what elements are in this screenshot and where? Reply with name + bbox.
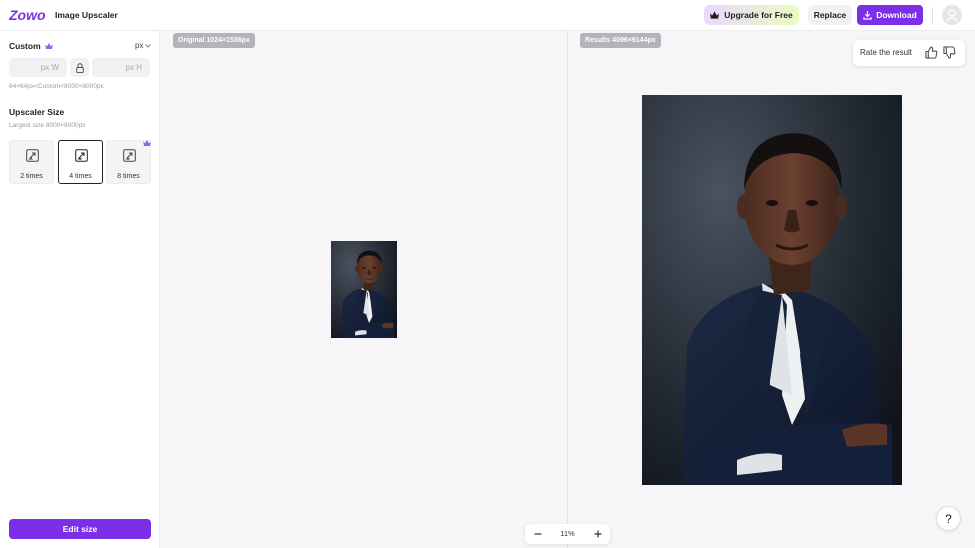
aspect-lock-button[interactable] xyxy=(70,58,89,77)
top-bar: Zowo Image Upscaler Upgrade for Free Rep… xyxy=(0,0,975,31)
upscale-icon xyxy=(75,149,88,162)
app-title: Image Upscaler xyxy=(55,10,118,20)
download-icon xyxy=(863,10,872,20)
download-label: Download xyxy=(876,10,917,20)
upgrade-button[interactable]: Upgrade for Free xyxy=(704,5,799,25)
height-input[interactable] xyxy=(92,58,150,77)
scale-option-4x[interactable]: 4 times xyxy=(58,140,103,184)
settings-sidebar: Custom px 64×64px<Custom<8000×8000px Ups… xyxy=(0,31,160,548)
thumbs-down-icon[interactable] xyxy=(943,46,956,59)
custom-size-heading: Custom xyxy=(9,41,53,51)
scale-option-label: 8 times xyxy=(117,173,140,180)
scale-option-8x[interactable]: 8 times xyxy=(106,140,151,184)
rate-label: Rate the result xyxy=(860,48,913,57)
scale-option-2x[interactable]: 2 times xyxy=(9,140,54,184)
width-input[interactable] xyxy=(9,58,67,77)
zoom-in-button[interactable] xyxy=(590,526,606,542)
chevron-down-icon xyxy=(145,43,152,48)
upscale-icon xyxy=(123,149,136,162)
result-size-tag: Results 4096×6144px xyxy=(580,33,661,48)
edit-size-button[interactable]: Edit size xyxy=(9,519,151,539)
original-size-tag: Original 1024×1536px xyxy=(173,33,255,48)
user-avatar[interactable] xyxy=(942,5,962,25)
premium-crown-icon xyxy=(143,140,151,146)
upgrade-label: Upgrade for Free xyxy=(724,10,793,20)
minus-icon xyxy=(534,533,542,535)
header-divider xyxy=(932,7,933,24)
zowo-logo[interactable]: Zowo xyxy=(9,8,51,22)
help-button[interactable]: ? xyxy=(936,506,961,531)
custom-label: Custom xyxy=(9,41,41,51)
zoom-out-button[interactable] xyxy=(530,526,546,542)
user-avatar-icon xyxy=(946,9,958,22)
result-image xyxy=(642,95,902,485)
scale-option-label: 2 times xyxy=(20,173,43,180)
replace-button[interactable]: Replace xyxy=(808,5,852,25)
crown-icon xyxy=(710,11,720,19)
zoom-control: 11% xyxy=(525,524,610,544)
scale-option-label: 4 times xyxy=(69,173,92,180)
plus-icon xyxy=(594,530,602,538)
largest-size-hint: Largest size 8000×8000px xyxy=(9,122,86,129)
size-range-hint: 64×64px<Custom<8000×8000px xyxy=(9,83,104,90)
thumbs-up-icon[interactable] xyxy=(925,46,938,59)
rate-result-panel: Rate the result xyxy=(853,40,965,66)
crown-icon xyxy=(44,43,53,49)
compare-divider xyxy=(567,31,568,548)
upscaler-size-heading: Upscaler Size xyxy=(9,107,65,117)
unit-select[interactable]: px xyxy=(135,41,152,50)
zoom-level: 11% xyxy=(560,529,575,538)
upscale-icon xyxy=(26,149,39,162)
svg-text:Zowo: Zowo xyxy=(9,8,46,22)
original-image xyxy=(331,241,397,338)
unit-value: px xyxy=(135,41,144,50)
lock-icon xyxy=(75,62,84,73)
download-button[interactable]: Download xyxy=(857,5,923,25)
